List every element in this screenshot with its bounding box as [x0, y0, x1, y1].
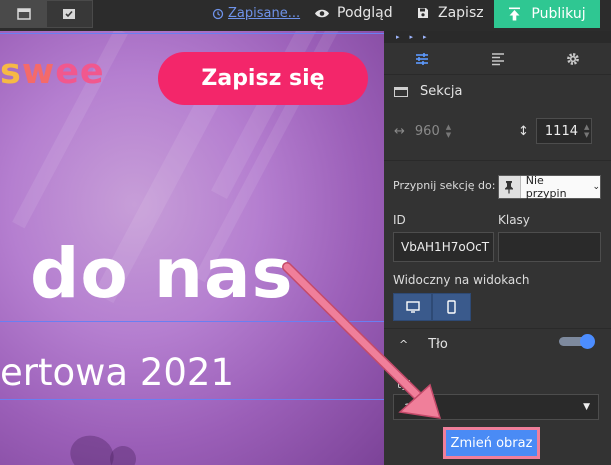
pin-icon [499, 176, 521, 198]
preview-button[interactable]: Podgląd [314, 5, 393, 21]
change-image-button[interactable]: Zmień obraz [446, 430, 537, 456]
chevron-down-icon: ⌄ [592, 182, 600, 192]
publish-label: Publikuj [531, 6, 586, 22]
logo-letters: ee [55, 52, 105, 92]
settings-sliders-icon [415, 52, 428, 65]
monitor-icon [405, 301, 420, 313]
top-toolbar: Zapisane... Podgląd Zapisz Publikuj [0, 0, 611, 31]
history-icon [212, 8, 224, 19]
save-button[interactable]: Zapisz [417, 5, 484, 21]
width-stepper: ▲ ▼ [445, 123, 452, 139]
hero-subheadline[interactable]: ertowa 2021 [0, 351, 234, 394]
style-label: tyl [397, 378, 411, 391]
check-box-icon [63, 9, 76, 19]
divider [384, 328, 611, 329]
logo-letter: w [21, 52, 56, 92]
layout-icon [17, 8, 31, 20]
desktop-view-button[interactable] [1, 1, 47, 27]
background-style-select[interactable]: az ▼ [393, 394, 599, 420]
section-guide-line [0, 33, 384, 34]
section-guide-line [0, 321, 384, 322]
height-value: 1114 [544, 123, 578, 139]
upload-arrow-icon [509, 7, 521, 21]
height-input[interactable]: 1114 ▲ ▼ [535, 118, 592, 144]
floppy-disk-icon [418, 8, 428, 18]
saved-status-link[interactable]: Zapisane... [212, 6, 300, 21]
page-canvas[interactable]: swee Zapisz się do nas ertowa 2021 [0, 31, 384, 465]
toggle-knob [580, 334, 595, 349]
panel-collapse-handle[interactable]: ▸▸▸ [384, 31, 611, 43]
background-style-value: az [404, 399, 419, 415]
pin-section-value: Nie przypin [525, 174, 567, 200]
horizontal-resize-icon: ↔ [394, 123, 405, 139]
saved-status-text: Zapisane... [228, 6, 301, 21]
section-guide-line [0, 399, 384, 400]
view-mode-toggle [0, 0, 93, 28]
divider [384, 160, 611, 161]
tab-advanced[interactable] [535, 43, 611, 74]
smartphone-icon [447, 300, 456, 314]
tab-content[interactable] [460, 43, 536, 74]
height-stepper[interactable]: ▲ ▼ [584, 123, 589, 139]
desktop-visibility-button[interactable] [393, 293, 432, 321]
tab-settings[interactable] [384, 43, 460, 74]
site-logo[interactable]: swee [0, 52, 105, 92]
background-toggle[interactable] [559, 334, 595, 349]
save-label: Zapisz [438, 5, 484, 21]
pin-section-select[interactable]: Nie przypin ⌄ [498, 174, 601, 200]
background-label: Tło [428, 337, 448, 352]
visibility-toggle-group [393, 293, 471, 321]
panel-tabs [384, 43, 611, 75]
classes-label: Klasy [498, 213, 530, 227]
section-icon [394, 86, 408, 97]
signup-cta-button[interactable]: Zapisz się [158, 52, 368, 105]
mobile-visibility-button[interactable] [432, 293, 471, 321]
background-section-header[interactable]: ^ Tło [399, 337, 448, 352]
caret-down-icon: ▼ [583, 402, 590, 412]
publish-button[interactable]: Publikuj [494, 0, 600, 28]
section-title: Sekcja [420, 84, 463, 99]
properties-panel: ▸▸▸ Sekcja ↔ 960 ▲ ▼ ↕ 1114 ▲ ▼ Przypnij se… [384, 31, 611, 465]
pin-section-label: Przypnij sekcję do: [393, 179, 496, 192]
section-width-control: ↔ 960 ▲ ▼ [394, 117, 478, 145]
id-field[interactable]: VbAH1H7oOcT [393, 232, 494, 262]
width-value: 960 [414, 123, 440, 139]
id-label: ID [393, 213, 406, 227]
classes-field[interactable] [498, 232, 601, 262]
background-petal [104, 440, 142, 465]
hero-headline[interactable]: do nas [30, 234, 294, 314]
section-header: Sekcja [394, 84, 463, 99]
section-height-control: ↕ 1114 ▲ ▼ [518, 117, 605, 145]
logo-letter: s [0, 52, 22, 92]
visible-on-views-label: Widoczny na widokach [393, 273, 530, 287]
eye-icon [315, 9, 329, 17]
gear-icon [567, 52, 580, 65]
chevron-up-icon: ^ [399, 338, 409, 351]
vertical-resize-icon: ↕ [518, 123, 529, 139]
checklist-view-button[interactable] [47, 1, 93, 27]
preview-label: Podgląd [337, 5, 393, 21]
align-left-icon [491, 52, 504, 65]
